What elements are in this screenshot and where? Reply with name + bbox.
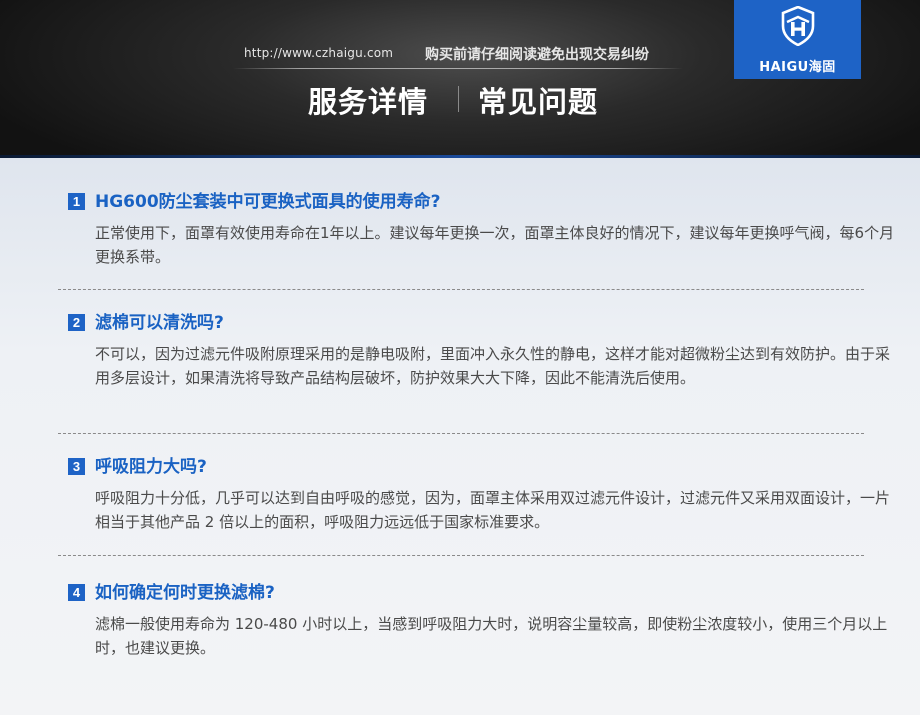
question-number-badge: 2	[68, 314, 85, 331]
site-url-link[interactable]: http://www.czhaigu.com	[244, 46, 393, 60]
shield-h-logo-icon	[781, 6, 815, 46]
tab-faq[interactable]: 常见问题	[478, 79, 598, 121]
faq-question-row: 4 如何确定何时更换滤棉?	[68, 581, 908, 605]
brand-logo[interactable]: HAIGU海固	[734, 0, 861, 79]
question-number-badge: 1	[68, 193, 85, 210]
faq-item-3: 3 呼吸阻力大吗? 呼吸阻力十分低，几乎可以达到自由呼吸的感觉，因为，面罩主体采…	[68, 455, 908, 534]
faq-divider	[58, 289, 864, 290]
purchase-notice: 购买前请仔细阅读避免出现交易纠纷	[425, 47, 649, 63]
faq-question-row: 3 呼吸阻力大吗?	[68, 455, 908, 479]
faq-answer: 滤棉一般使用寿命为 120-480 小时以上，当感到呼吸阻力大时，说明容尘量较高…	[95, 615, 888, 657]
faq-question: 滤棉可以清洗吗?	[95, 313, 224, 333]
faq-answer: 呼吸阻力十分低，几乎可以达到自由呼吸的感觉，因为，面罩主体采用双过滤元件设计，过…	[95, 489, 891, 531]
logo-text: HAIGU海固	[759, 60, 836, 75]
question-number-badge: 4	[68, 584, 85, 601]
faq-divider	[58, 433, 864, 434]
question-number-badge: 3	[68, 458, 85, 475]
faq-answer: 正常使用下，面罩有效使用寿命在1年以上。建议每年更换一次，面罩主体良好的情况下，…	[95, 224, 895, 266]
faq-question: HG600防尘套装中可更换式面具的使用寿命?	[95, 192, 441, 212]
faq-divider	[58, 555, 864, 556]
faq-item-4: 4 如何确定何时更换滤棉? 滤棉一般使用寿命为 120-480 小时以上，当感到…	[68, 581, 908, 660]
faq-item-2: 2 滤棉可以清洗吗? 不可以，因为过滤元件吸附原理采用的是静电吸附，里面冲入永久…	[68, 311, 908, 390]
header-divider	[233, 68, 683, 69]
faq-question: 呼吸阻力大吗?	[95, 457, 207, 477]
faq-answer: 不可以，因为过滤元件吸附原理采用的是静电吸附，里面冲入永久性的静电，这样才能对超…	[95, 345, 891, 387]
faq-question-row: 2 滤棉可以清洗吗?	[68, 311, 908, 335]
tab-separator	[458, 86, 459, 112]
faq-item-1: 1 HG600防尘套装中可更换式面具的使用寿命? 正常使用下，面罩有效使用寿命在…	[68, 190, 908, 269]
faq-question-row: 1 HG600防尘套装中可更换式面具的使用寿命?	[68, 190, 908, 214]
faq-question: 如何确定何时更换滤棉?	[95, 583, 275, 603]
page-header: http://www.czhaigu.com 购买前请仔细阅读避免出现交易纠纷 …	[0, 0, 920, 158]
tab-service-details[interactable]: 服务详情	[308, 79, 428, 121]
